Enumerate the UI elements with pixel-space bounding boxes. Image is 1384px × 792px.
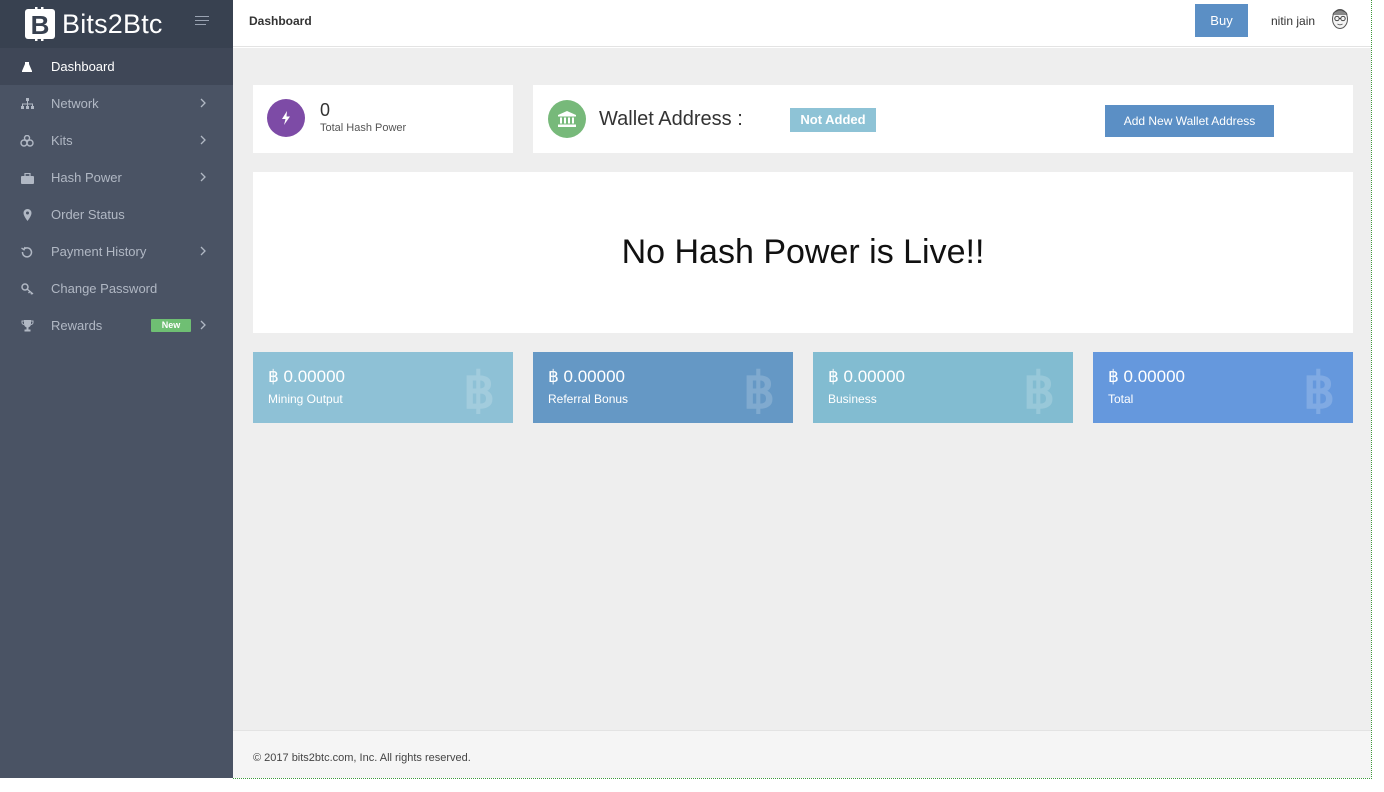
stat-mining-output: ฿ 0.00000 Mining Output ฿ (253, 352, 513, 423)
brand: B Bits2Btc (0, 0, 233, 48)
sidebar-item-rewards[interactable]: Rewards New (0, 307, 233, 344)
stat-value: ฿ 0.00000 (268, 367, 345, 386)
stat-value: ฿ 0.00000 (828, 367, 905, 386)
chevron-right-icon (200, 246, 206, 256)
sidebar-item-hash-power[interactable]: Hash Power (0, 159, 233, 196)
main-content: 0 Total Hash Power Wallet Address : Not … (233, 48, 1371, 730)
bitcoin-watermark-icon: ฿ (1303, 364, 1335, 414)
stat-label: Total (1108, 392, 1134, 406)
wallet-card: Wallet Address : Not Added Add New Walle… (533, 85, 1353, 153)
kits-icon (20, 134, 34, 148)
footer: © 2017 bits2btc.com, Inc. All rights res… (233, 730, 1371, 778)
top-header: Dashboard Buy nitin jain (233, 0, 1371, 47)
live-status-card: No Hash Power is Live!! (253, 172, 1353, 333)
hash-power-value: 0 (320, 100, 331, 120)
new-badge: New (151, 319, 191, 332)
bitcoin-watermark-icon: ฿ (743, 364, 775, 414)
sidebar-item-label: Rewards (51, 318, 103, 333)
hash-power-card: 0 Total Hash Power (253, 85, 513, 153)
stat-value: ฿ 0.00000 (548, 367, 625, 386)
svg-text:฿: ฿ (463, 364, 495, 414)
map-marker-icon (20, 208, 34, 222)
copyright-text: © 2017 bits2btc.com, Inc. All rights res… (253, 752, 471, 764)
stat-referral-bonus: ฿ 0.00000 Referral Bonus ฿ (533, 352, 793, 423)
sidebar-item-dashboard[interactable]: Dashboard (0, 48, 233, 85)
add-wallet-address-button[interactable]: Add New Wallet Address (1105, 105, 1274, 137)
svg-text:B: B (31, 10, 50, 40)
hash-power-label: Total Hash Power (320, 122, 407, 134)
sidebar-item-label: Hash Power (51, 170, 122, 185)
wallet-address-label: Wallet Address : (599, 108, 743, 130)
bitcoin-watermark-icon: ฿ (1023, 364, 1055, 414)
briefcase-icon (20, 171, 34, 185)
chevron-right-icon (200, 172, 206, 182)
menu-toggle-icon[interactable] (195, 16, 209, 30)
sidebar-item-label: Change Password (51, 281, 158, 296)
wallet-status-badge: Not Added (790, 108, 876, 132)
stat-value: ฿ 0.00000 (1108, 367, 1185, 386)
bitcoin-logo-icon: B (23, 7, 57, 41)
chevron-right-icon (200, 98, 206, 108)
frame-border-bottom (233, 778, 1372, 779)
live-status-message: No Hash Power is Live!! (621, 233, 985, 271)
svg-text:฿: ฿ (1303, 364, 1335, 414)
frame-border-right (1371, 0, 1372, 779)
chevron-right-icon (200, 135, 206, 145)
dashboard-icon (20, 60, 34, 74)
page-title: Dashboard (249, 14, 312, 28)
buy-button[interactable]: Buy (1195, 4, 1248, 37)
chevron-right-icon (200, 320, 206, 330)
user-name[interactable]: nitin jain (1271, 14, 1315, 28)
trophy-icon (20, 319, 34, 333)
stat-label: Referral Bonus (548, 392, 629, 406)
stat-label: Business (828, 392, 877, 406)
avatar[interactable] (1329, 6, 1351, 32)
sidebar-item-label: Kits (51, 133, 73, 148)
network-icon (20, 97, 34, 111)
svg-text:฿: ฿ (743, 364, 775, 414)
sidebar-item-label: Payment History (51, 244, 147, 259)
bank-icon (548, 100, 586, 138)
sidebar-item-payment-history[interactable]: Payment History (0, 233, 233, 270)
stat-total: ฿ 0.00000 Total ฿ (1093, 352, 1353, 423)
key-icon (20, 282, 34, 296)
sidebar-item-network[interactable]: Network (0, 85, 233, 122)
sidebar-nav: Dashboard Network Kits Hash Power Order … (0, 48, 233, 344)
sidebar-item-change-password[interactable]: Change Password (0, 270, 233, 307)
bitcoin-watermark-icon: ฿ (463, 364, 495, 414)
svg-text:฿: ฿ (1023, 364, 1055, 414)
sidebar-item-order-status[interactable]: Order Status (0, 196, 233, 233)
sidebar-item-label: Network (51, 96, 99, 111)
sidebar-item-label: Dashboard (51, 59, 115, 74)
brand-name: Bits2Btc (62, 8, 163, 39)
stat-label: Mining Output (268, 392, 343, 406)
sidebar: B Bits2Btc Dashboard Network Kits Hash P… (0, 0, 233, 778)
sidebar-item-label: Order Status (51, 207, 125, 222)
stat-business: ฿ 0.00000 Business ฿ (813, 352, 1073, 423)
sidebar-item-kits[interactable]: Kits (0, 122, 233, 159)
lightning-icon (267, 99, 305, 137)
history-icon (20, 245, 34, 259)
